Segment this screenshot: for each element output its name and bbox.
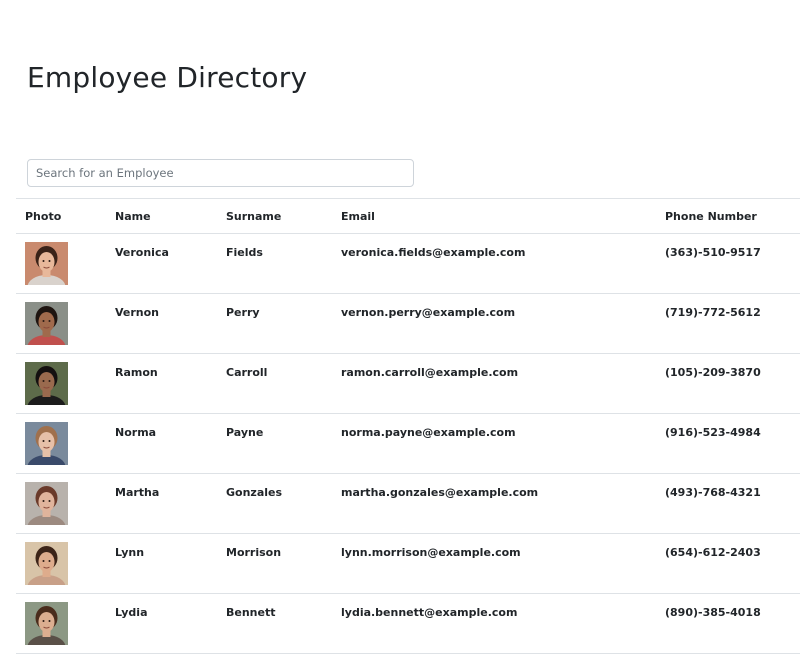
employee-phone: (890)-385-4018 [665, 606, 761, 619]
employee-photo [25, 242, 68, 285]
photo-cell [16, 414, 115, 474]
photo-cell [16, 234, 115, 294]
employee-email: veronica.fields@example.com [341, 246, 526, 259]
employee-phone: (916)-523-4984 [665, 426, 761, 439]
employee-photo [25, 362, 68, 405]
employee-surname: Bennett [226, 606, 276, 619]
employee-first-name: Lynn [115, 546, 145, 559]
table-row[interactable]: Martha Gonzales martha.gonzales@example.co… [16, 474, 800, 534]
employee-surname: Morrison [226, 546, 282, 559]
column-header-name[interactable]: Name [115, 199, 226, 234]
employee-surname: Payne [226, 426, 264, 439]
employee-email: norma.payne@example.com [341, 426, 516, 439]
table-row[interactable]: Lydia Bennett lydia.bennett@example.com (89… [16, 594, 800, 654]
employee-surname: Gonzales [226, 486, 283, 499]
photo-cell [16, 534, 115, 594]
employee-first-name: Veronica [115, 246, 169, 259]
page-title: Employee Directory [27, 61, 308, 94]
column-header-photo[interactable]: Photo [16, 199, 115, 234]
employee-phone: (654)-612-2403 [665, 546, 761, 559]
employee-email: vernon.perry@example.com [341, 306, 516, 319]
employee-table: Photo Name Surname Email Phone Number Ve… [16, 198, 800, 654]
employee-directory-page: Employee Directory Photo Name Surname Em… [0, 0, 800, 669]
photo-cell [16, 474, 115, 534]
employee-email: ramon.carroll@example.com [341, 366, 519, 379]
employee-email: lynn.morrison@example.com [341, 546, 521, 559]
employee-email: lydia.bennett@example.com [341, 606, 518, 619]
column-header-phone[interactable]: Phone Number [665, 199, 800, 234]
table-row[interactable]: Norma Payne norma.payne@example.com (916)-5… [16, 414, 800, 474]
employee-photo [25, 422, 68, 465]
employee-phone: (105)-209-3870 [665, 366, 761, 379]
employee-photo [25, 542, 68, 585]
table-header: Photo Name Surname Email Phone Number [16, 198, 800, 234]
photo-cell [16, 354, 115, 414]
employee-surname: Perry [226, 306, 260, 319]
column-header-surname[interactable]: Surname [226, 199, 341, 234]
search-input[interactable] [27, 159, 414, 187]
table-body: Veronica Fields veronica.fields@example.co… [16, 234, 800, 654]
employee-phone: (719)-772-5612 [665, 306, 761, 319]
column-header-email[interactable]: Email [341, 199, 665, 234]
photo-cell [16, 594, 115, 654]
employee-email: martha.gonzales@example.com [341, 486, 539, 499]
employee-first-name: Norma [115, 426, 157, 439]
employee-first-name: Ramon [115, 366, 158, 379]
employee-first-name: Lydia [115, 606, 148, 619]
employee-surname: Fields [226, 246, 263, 259]
employee-phone: (493)-768-4321 [665, 486, 761, 499]
table-header-row: Photo Name Surname Email Phone Number [16, 198, 800, 234]
table-row[interactable]: Lynn Morrison lynn.morrison@example.com (65… [16, 534, 800, 594]
employee-photo [25, 482, 68, 525]
photo-cell [16, 294, 115, 354]
employee-surname: Carroll [226, 366, 268, 379]
employee-first-name: Vernon [115, 306, 160, 319]
table-row[interactable]: Vernon Perry vernon.perry@example.com (719)… [16, 294, 800, 354]
employee-photo [25, 302, 68, 345]
employee-photo [25, 602, 68, 645]
table-row[interactable]: Veronica Fields veronica.fields@example.co… [16, 234, 800, 294]
employee-phone: (363)-510-9517 [665, 246, 761, 259]
table-row[interactable]: Ramon Carroll ramon.carroll@example.com (10… [16, 354, 800, 414]
employee-first-name: Martha [115, 486, 160, 499]
